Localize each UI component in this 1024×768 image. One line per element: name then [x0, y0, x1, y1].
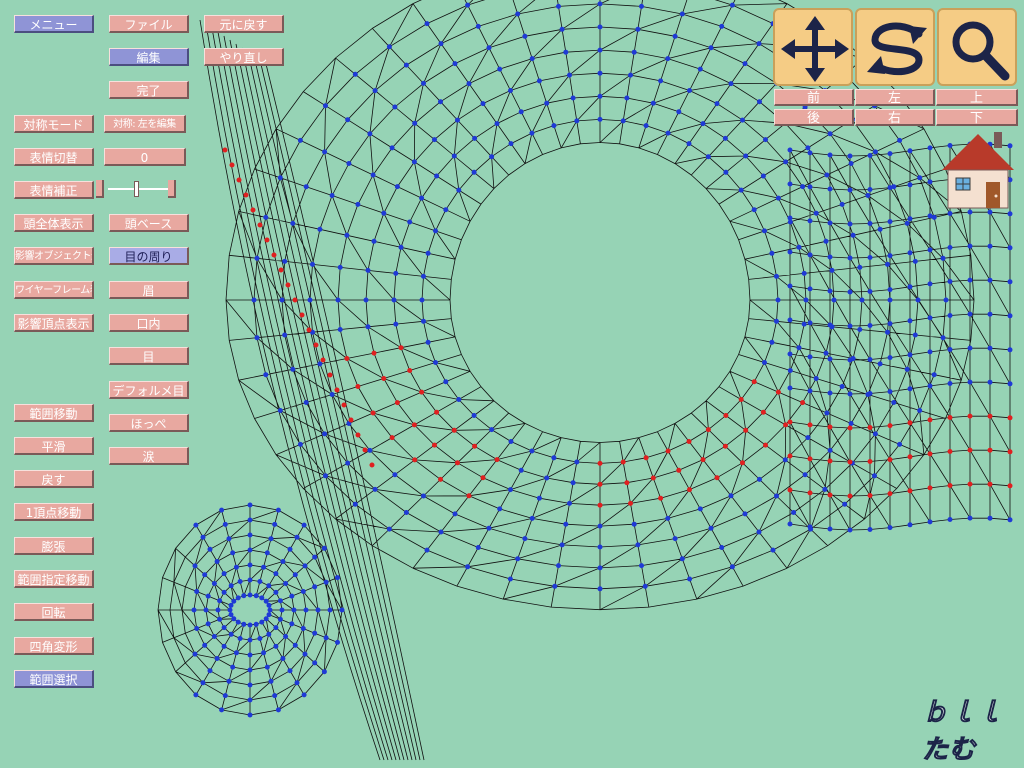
- edit-button[interactable]: 編集: [109, 48, 189, 66]
- smooth-button[interactable]: 平滑: [14, 437, 94, 455]
- tears-button[interactable]: 涙: [109, 447, 189, 465]
- slider-thumb[interactable]: [134, 181, 139, 197]
- rotate-tool-button[interactable]: [855, 8, 935, 86]
- rotate-icon: [867, 22, 927, 76]
- move-arrows-icon: [781, 16, 849, 82]
- logo-text: ｂｌｌたむ: [922, 698, 1004, 766]
- symmetry-mode-button[interactable]: 対称モード: [14, 115, 94, 133]
- revert-button[interactable]: 戻す: [14, 470, 94, 488]
- range-move-button[interactable]: 範囲移動: [14, 404, 94, 422]
- done-button[interactable]: 完了: [109, 81, 189, 99]
- inside-mouth-button[interactable]: 口内: [109, 314, 189, 332]
- view-left-button[interactable]: 左: [855, 89, 935, 106]
- head-base-button[interactable]: 頭ベース: [109, 214, 189, 232]
- range-select-button[interactable]: 範囲選択: [14, 670, 94, 688]
- show-wireframe-button[interactable]: ワイヤーフレーム表示: [14, 281, 94, 299]
- expression-value-field[interactable]: 0: [104, 148, 186, 166]
- move-one-vertex-button[interactable]: 1頂点移動: [14, 503, 94, 521]
- symmetry-value-button[interactable]: 対称: 左を編集: [104, 115, 186, 133]
- expression-correction-button[interactable]: 表情補正: [14, 181, 94, 199]
- show-affected-vertices-button[interactable]: 影響頂点表示: [14, 314, 94, 332]
- slider-left-cap[interactable]: [96, 180, 104, 198]
- expression-correction-slider[interactable]: [104, 180, 176, 198]
- logo: ｂｌｌたむ: [922, 698, 1022, 766]
- expression-switch-button[interactable]: 表情切替: [14, 148, 94, 166]
- view-right-button[interactable]: 右: [855, 109, 935, 126]
- cheek-button[interactable]: ほっぺ: [109, 414, 189, 432]
- select-affected-objects-button[interactable]: 影響オブジェクト選択: [14, 247, 94, 265]
- eye-button[interactable]: 目: [109, 347, 189, 365]
- view-front-button[interactable]: 前: [774, 89, 854, 106]
- view-down-button[interactable]: 下: [936, 109, 1018, 126]
- undo-button[interactable]: 元に戻す: [204, 15, 284, 33]
- view-back-button[interactable]: 後: [774, 109, 854, 126]
- slider-track: [108, 188, 172, 190]
- inflate-button[interactable]: 膨張: [14, 537, 94, 555]
- redo-button[interactable]: やり直し: [204, 48, 284, 66]
- slider-right-cap[interactable]: [168, 180, 176, 198]
- menu-button[interactable]: メニュー: [14, 15, 94, 33]
- around-eyes-button[interactable]: 目の周り: [109, 247, 189, 265]
- quad-transform-button[interactable]: 四角変形: [14, 637, 94, 655]
- show-whole-head-button[interactable]: 頭全体表示: [14, 214, 94, 232]
- magnifier-icon: [952, 21, 1010, 81]
- range-specified-move-button[interactable]: 範囲指定移動: [14, 570, 94, 588]
- zoom-tool-button[interactable]: [937, 8, 1017, 86]
- rotate-button[interactable]: 回転: [14, 603, 94, 621]
- move-tool-button[interactable]: [773, 8, 853, 86]
- deformed-eye-button[interactable]: デフォルメ目: [109, 381, 189, 399]
- view-up-button[interactable]: 上: [936, 89, 1018, 106]
- file-button[interactable]: ファイル: [109, 15, 189, 33]
- home-icon[interactable]: [940, 130, 1016, 210]
- eyebrow-button[interactable]: 眉: [109, 281, 189, 299]
